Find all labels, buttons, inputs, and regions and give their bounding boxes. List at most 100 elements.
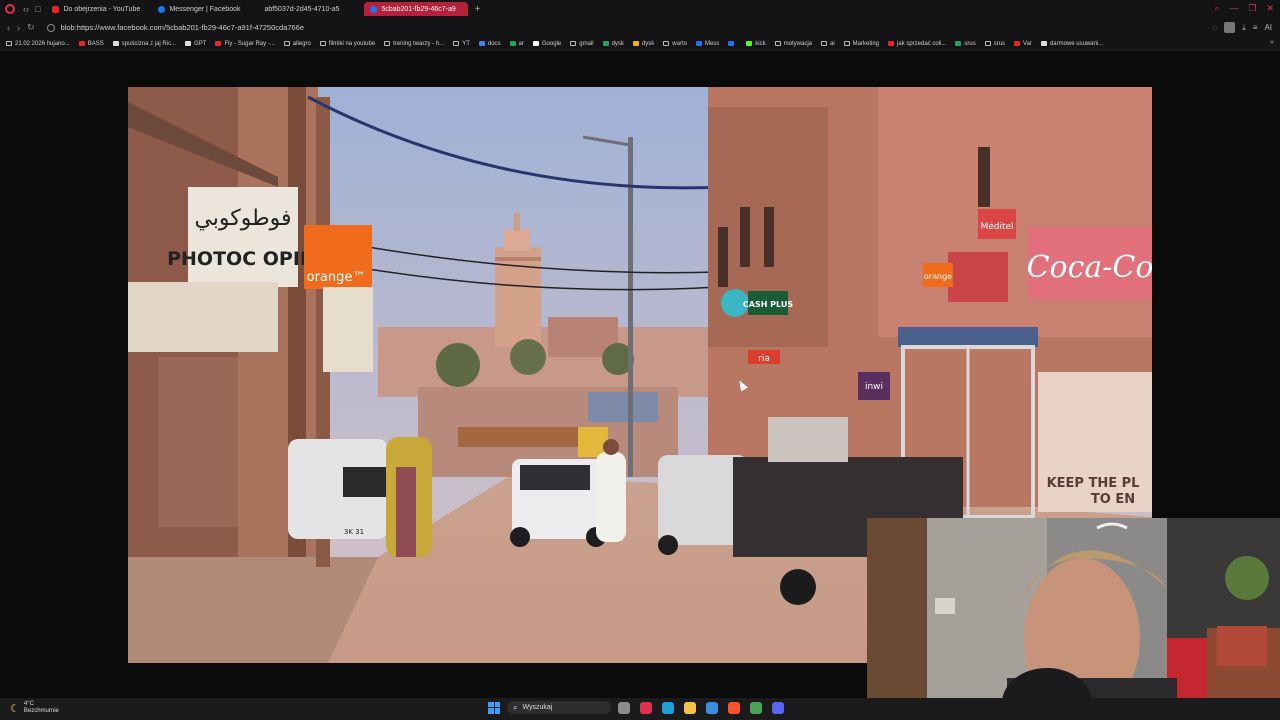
youtube-icon bbox=[1014, 41, 1021, 46]
site-info-icon[interactable] bbox=[46, 23, 55, 32]
reload-icon[interactable]: ↻ bbox=[27, 22, 35, 33]
youtube-icon bbox=[78, 41, 85, 46]
bookmark-item[interactable] bbox=[728, 41, 737, 46]
bookmark-label: dysk bbox=[641, 40, 655, 47]
folder-icon bbox=[820, 41, 827, 46]
discord-icon[interactable] bbox=[772, 701, 784, 714]
orange-small-text: orange bbox=[924, 272, 952, 281]
weather-widget[interactable]: ☾ 4°C Bezchmurnie bbox=[10, 701, 59, 715]
bookmark-item[interactable]: GPT bbox=[185, 41, 206, 47]
minimize-icon[interactable]: — bbox=[1229, 3, 1238, 14]
bookmark-item[interactable]: gmail bbox=[570, 41, 594, 47]
bookmark-item[interactable]: Google bbox=[532, 41, 561, 47]
bookmark-item[interactable]: Mess bbox=[695, 40, 720, 47]
moon-icon: ☾ bbox=[10, 702, 20, 715]
bookmarks-more-icon[interactable]: » bbox=[1270, 39, 1274, 46]
bookmark-item[interactable]: spuścizna z jaj Ric... bbox=[112, 41, 176, 47]
bookmark-label: trening twarzy - h... bbox=[393, 40, 445, 47]
folder-icon bbox=[319, 41, 326, 46]
profile-avatar-icon[interactable] bbox=[1224, 22, 1236, 33]
notepad-icon[interactable] bbox=[706, 701, 718, 714]
bookmark-label: dysk bbox=[611, 40, 624, 47]
bookmark-item[interactable]: trening twarzy - h... bbox=[384, 41, 444, 47]
tab-blob-active[interactable]: 5cbab201-fb29-46c7-a9 bbox=[364, 2, 469, 16]
search-tabs-icon[interactable]: ⌕ bbox=[1214, 3, 1219, 14]
coca-cola-sign: Coca-Co bbox=[1027, 227, 1152, 299]
tab-tools-icon[interactable]: ‹› bbox=[23, 4, 29, 14]
facebook-icon bbox=[370, 5, 378, 13]
opera-logo-icon[interactable] bbox=[5, 4, 15, 14]
windows-taskbar: ☾ 4°C Bezchmurnie ⌕ Wyszukaj bbox=[0, 698, 1280, 720]
bookmark-item[interactable]: Var bbox=[1014, 41, 1032, 47]
folder-icon bbox=[774, 41, 781, 46]
download-icon[interactable]: ⤓ bbox=[1242, 23, 1246, 33]
cash-plus-sign: CASH PLUS bbox=[721, 289, 793, 317]
plate-text: 3K 31 bbox=[344, 528, 364, 536]
back-icon[interactable]: ‹ bbox=[7, 23, 10, 33]
edge-icon[interactable] bbox=[662, 701, 674, 714]
maximize-icon[interactable]: ❐ bbox=[1248, 3, 1256, 14]
bookmark-item[interactable]: filmiki na youtube bbox=[319, 41, 375, 47]
folder-icon bbox=[570, 41, 577, 46]
url-field[interactable]: blob:https://www.facebook.com/5cbab201-f… bbox=[61, 23, 305, 32]
bookmark-item[interactable]: srus bbox=[984, 41, 1005, 47]
bookmark-label: jak sprzedać coli... bbox=[897, 40, 947, 47]
menu-icon[interactable]: ≡ bbox=[1253, 23, 1258, 32]
bookmark-item[interactable]: Marketing bbox=[843, 40, 879, 47]
bookmark-item[interactable]: 21.02 2026 hujano... bbox=[6, 41, 70, 47]
youtube-icon bbox=[888, 41, 894, 46]
tab-blob-1[interactable]: abf5037d-2d45-4710-a5 bbox=[258, 2, 362, 16]
tab-label: Do obejrzenia - YouTube bbox=[63, 5, 141, 13]
bookmark-item[interactable]: Fly - Sugar Ray -... bbox=[215, 41, 275, 47]
task-view-icon[interactable] bbox=[618, 701, 630, 714]
bookmark-item[interactable]: kick bbox=[746, 41, 766, 47]
bookmark-item[interactable]: YT bbox=[453, 41, 470, 47]
taskbar-search-input[interactable]: ⌕ Wyszukaj bbox=[507, 701, 611, 714]
sheets-icon bbox=[602, 41, 609, 46]
bookmark-item[interactable]: motywacja bbox=[774, 41, 812, 47]
tab-islands-icon[interactable]: □ bbox=[35, 4, 40, 14]
bookmark-item[interactable]: BASS bbox=[78, 41, 104, 47]
bookmark-item[interactable]: jak sprzedać coli... bbox=[888, 41, 946, 47]
facebook-icon bbox=[695, 41, 702, 46]
close-icon[interactable]: ✕ bbox=[1266, 3, 1274, 14]
windows-start-icon[interactable] bbox=[488, 701, 500, 714]
chrome-icon[interactable] bbox=[750, 701, 762, 714]
ai-button[interactable]: AI bbox=[1264, 23, 1272, 32]
tab-label: abf5037d-2d45-4710-a5 bbox=[264, 5, 340, 13]
bookmark-label: ar bbox=[518, 40, 524, 47]
bookmark-item[interactable]: ar bbox=[509, 40, 524, 47]
ria-text: ria bbox=[758, 354, 770, 364]
bookmark-item[interactable]: warto bbox=[663, 41, 687, 47]
brave-icon[interactable] bbox=[728, 701, 740, 714]
docs-icon bbox=[478, 41, 485, 46]
bookmark-label: Marketing bbox=[852, 40, 879, 47]
bookmarks-bar: 21.02 2026 hujano... BASS spuścizna z jaj … bbox=[0, 37, 1280, 51]
bookmark-item[interactable]: allegro bbox=[283, 40, 311, 47]
bookmark-label: ai bbox=[829, 40, 835, 47]
opera-icon[interactable] bbox=[640, 701, 652, 714]
bookmark-item[interactable]: docs bbox=[478, 41, 501, 47]
forward-icon[interactable]: › bbox=[17, 23, 20, 33]
tab-youtube[interactable]: Do obejrzenia - YouTube bbox=[46, 2, 150, 16]
bookmark-label: Mess bbox=[704, 40, 720, 47]
cash-plus-text: CASH PLUS bbox=[743, 300, 793, 309]
bookmark-label: srus bbox=[964, 40, 976, 47]
bookmark-item[interactable]: dysk bbox=[632, 40, 655, 47]
new-tab-button[interactable]: + bbox=[474, 4, 480, 15]
snapshot-icon[interactable]: ◌ bbox=[1212, 23, 1217, 32]
bookmark-item[interactable]: darmowe usuwani... bbox=[1040, 41, 1103, 47]
weather-temp: 4°C bbox=[23, 701, 34, 707]
search-icon: ⌕ bbox=[513, 702, 518, 712]
address-bar: ‹ › ↻ blob:https://www.facebook.com/5cba… bbox=[0, 18, 1280, 37]
tab-messenger[interactable]: Messenger | Facebook bbox=[152, 2, 256, 16]
mural-text-1: KEEP THE PL bbox=[1047, 476, 1140, 491]
bookmark-item[interactable]: srus bbox=[955, 40, 976, 47]
tab-label: 5cbab201-fb29-46c7-a9 bbox=[381, 5, 456, 13]
file-explorer-icon[interactable] bbox=[684, 701, 696, 714]
photocopie-sign: فوطوكوبي PHOTOC OPIE bbox=[167, 187, 313, 287]
bookmark-label: allegro bbox=[292, 40, 311, 47]
bookmark-label: 21.02 2026 hujano... bbox=[15, 40, 70, 47]
bookmark-item[interactable]: dysk bbox=[602, 40, 624, 47]
bookmark-item[interactable]: ai bbox=[820, 40, 835, 47]
